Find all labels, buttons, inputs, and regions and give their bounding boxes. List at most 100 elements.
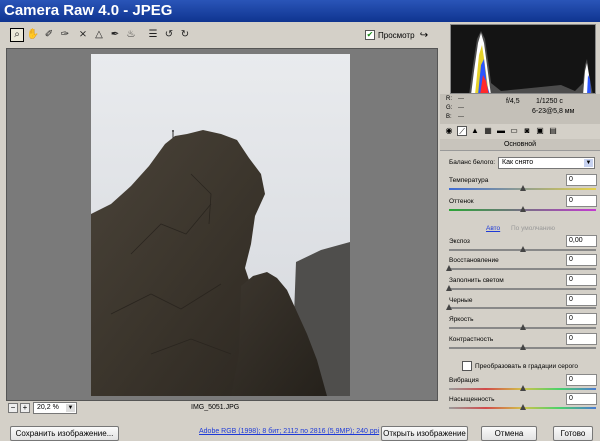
default-link[interactable]: По умолчанию — [511, 225, 555, 232]
histogram — [450, 24, 596, 94]
blacks-slider-thumb[interactable] — [446, 304, 452, 310]
contrast-slider-thumb[interactable] — [519, 344, 526, 350]
grayscale-label: Преобразовать в градации серого — [475, 362, 578, 370]
fill-light-slider[interactable] — [446, 285, 596, 291]
brightness-slider-thumb[interactable] — [519, 324, 526, 330]
done-button[interactable]: Готово — [553, 426, 593, 441]
tab-hsl-icon[interactable]: ▦ — [483, 126, 493, 136]
vibrance-slider[interactable] — [449, 385, 596, 391]
g-value: --- — [458, 105, 464, 111]
zoom-tool-icon[interactable]: ⌕ — [10, 28, 24, 42]
fill-light-label: Заполнить светом — [449, 277, 504, 284]
g-label: G: — [446, 105, 453, 111]
panel-title: Основной — [440, 139, 600, 151]
preferences-icon[interactable]: ☰ — [146, 28, 160, 42]
photo-image — [91, 54, 350, 396]
image-filename: IMG_5051.JPG — [191, 404, 240, 411]
preview-label: Просмотр — [378, 30, 415, 40]
grayscale-toggle[interactable]: Преобразовать в градации серого — [462, 361, 578, 371]
r-value: --- — [458, 96, 464, 102]
saturation-field[interactable]: 0 — [566, 393, 597, 405]
window-title: Camera Raw 4.0 - JPEG — [0, 0, 600, 22]
color-sampler-tool-icon[interactable]: ✑ — [58, 28, 72, 42]
canvas-status-bar: − + 20,2 % ▼ IMG_5051.JPG — [6, 401, 438, 415]
blacks-slider[interactable] — [446, 304, 596, 310]
grayscale-checkbox[interactable] — [462, 361, 472, 371]
image-canvas[interactable] — [6, 48, 438, 401]
crop-tool-icon[interactable]: ⨯ — [76, 28, 90, 42]
vibrance-field[interactable]: 0 — [566, 374, 597, 386]
straighten-tool-icon[interactable]: △ — [92, 28, 106, 42]
b-label: B: — [446, 114, 452, 120]
saturation-slider[interactable] — [449, 404, 596, 410]
white-balance-select[interactable]: Как снято ▼ — [498, 157, 595, 169]
contrast-label: Контрастность — [449, 336, 494, 343]
brightness-slider[interactable] — [449, 324, 596, 330]
tint-field[interactable]: 0 — [566, 195, 597, 207]
saturation-slider-thumb[interactable] — [519, 404, 526, 410]
tint-slider-thumb[interactable] — [519, 206, 526, 212]
tab-detail-icon[interactable]: ▲ — [470, 126, 480, 136]
rotate-right-icon[interactable]: ↻ — [178, 28, 192, 42]
retouch-tool-icon[interactable]: ✒ — [108, 28, 122, 42]
chevron-down-icon: ▼ — [66, 404, 75, 412]
camera-raw-window: Camera Raw 4.0 - JPEG ⌕ ✋ ✐ ✑ ⨯ △ ✒ ♨ ☰ … — [0, 0, 600, 441]
temperature-label: Температура — [449, 177, 489, 184]
temperature-slider-thumb[interactable] — [519, 185, 526, 191]
recovery-slider[interactable] — [446, 265, 596, 271]
iso-lens-value: 6-23@5,8 мм — [532, 108, 575, 115]
tab-lens-icon[interactable]: ▭ — [509, 126, 519, 136]
preview-toggle[interactable]: ✔ Просмотр — [365, 30, 415, 40]
auto-default-links: Авто По умолчанию — [486, 225, 564, 232]
histogram-graph — [451, 25, 595, 93]
temperature-slider[interactable] — [449, 185, 596, 191]
exposure-slider-thumb[interactable] — [519, 246, 526, 252]
fill-light-field[interactable]: 0 — [566, 274, 597, 286]
tab-tone-curve-icon[interactable]: ⟋ — [457, 126, 467, 136]
tab-snapshots-icon[interactable]: ▤ — [548, 126, 558, 136]
save-image-button[interactable]: Сохранить изображение... — [10, 426, 119, 441]
vibrance-slider-thumb[interactable] — [519, 385, 526, 391]
tab-camera-calibration-icon[interactable]: ◙ — [522, 126, 532, 136]
photo-preview — [91, 54, 350, 396]
fullscreen-icon[interactable]: ↪ — [418, 30, 430, 42]
contrast-field[interactable]: 0 — [566, 333, 597, 345]
exif-info: R: --- G: --- B: --- f/4,5 1/1250 с 6-23… — [440, 94, 600, 124]
white-balance-tool-icon[interactable]: ✐ — [42, 28, 56, 42]
zoom-out-button[interactable]: − — [8, 403, 18, 413]
hand-tool-icon[interactable]: ✋ — [26, 28, 40, 42]
tab-split-toning-icon[interactable]: ▬ — [496, 126, 506, 136]
fill-light-slider-thumb[interactable] — [446, 285, 452, 291]
exposure-slider[interactable] — [449, 246, 596, 252]
blacks-label: Черные — [449, 297, 473, 304]
red-eye-tool-icon[interactable]: ♨ — [124, 28, 138, 42]
temperature-field[interactable]: 0 — [566, 174, 597, 186]
r-label: R: — [446, 96, 452, 102]
cancel-button[interactable]: Отмена — [481, 426, 537, 441]
zoom-level-select[interactable]: 20,2 % ▼ — [33, 402, 77, 414]
chevron-down-icon: ▼ — [584, 159, 593, 167]
auto-link[interactable]: Авто — [486, 225, 500, 232]
footer-bar: Сохранить изображение... Adobe RGB (1998… — [0, 423, 600, 441]
zoom-in-button[interactable]: + — [20, 403, 30, 413]
blacks-field[interactable]: 0 — [566, 294, 597, 306]
tab-basic-icon[interactable]: ◉ — [444, 126, 454, 136]
recovery-field[interactable]: 0 — [566, 254, 597, 266]
brightness-field[interactable]: 0 — [566, 313, 597, 325]
tab-presets-icon[interactable]: ▣ — [535, 126, 545, 136]
recovery-slider-thumb[interactable] — [446, 265, 452, 271]
workflow-options-link[interactable]: Adobe RGB (1998); 8 бит; 2112 по 2816 (5… — [199, 428, 379, 435]
b-value: --- — [458, 114, 464, 120]
recovery-label: Восстановление — [449, 257, 499, 264]
preview-checkbox[interactable]: ✔ — [365, 30, 375, 40]
shutter-value: 1/1250 с — [536, 98, 563, 105]
exposure-field[interactable]: 0,00 — [566, 235, 597, 247]
open-image-button[interactable]: Открыть изображение — [381, 426, 468, 441]
contrast-slider[interactable] — [449, 344, 596, 350]
tint-label: Оттенок — [449, 198, 474, 205]
tint-slider[interactable] — [449, 206, 596, 212]
aperture-value: f/4,5 — [506, 98, 520, 105]
vibrance-label: Вибрация — [449, 377, 479, 384]
rotate-left-icon[interactable]: ↺ — [162, 28, 176, 42]
brightness-label: Яркость — [449, 316, 474, 323]
